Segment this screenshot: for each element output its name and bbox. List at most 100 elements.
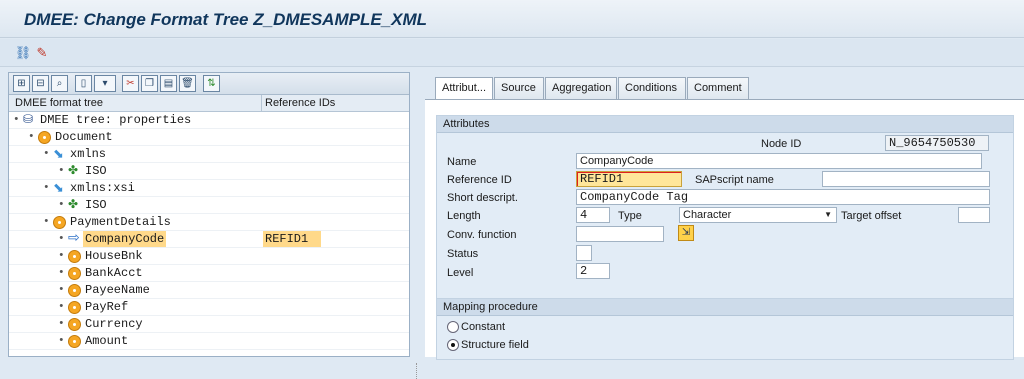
tab-attributes[interactable]: Attribut... (435, 77, 493, 99)
sapscript-name-label: SAPscript name (695, 174, 774, 186)
mapping-group-title: Mapping procedure (437, 299, 1013, 316)
tree-expander[interactable]: • (43, 180, 50, 196)
copy-icon[interactable]: ❐ (141, 75, 158, 92)
type-dropdown[interactable]: Character (679, 207, 837, 223)
tree-node[interactable]: • HouseBnk (9, 248, 409, 265)
structure-field-radio[interactable] (447, 339, 459, 351)
tree-rows: • ⛁ DMEE tree: properties • Document • ⬊ xmlns •… (9, 112, 409, 350)
node-id-field: N_9654750530 (885, 135, 989, 151)
column-format-tree[interactable]: DMEE format tree (15, 97, 103, 109)
element-icon (68, 318, 81, 331)
tree-node[interactable]: • ⬊ xmlns (9, 146, 409, 163)
atom-icon: ✤ (68, 164, 79, 178)
tree-expander[interactable]: • (13, 112, 20, 128)
tree-node[interactable]: • PayRef (9, 299, 409, 316)
tree-node-refid: REFID1 (263, 231, 321, 247)
tree-node-label: DMEE tree: properties (40, 113, 192, 127)
splitter[interactable] (416, 363, 419, 379)
tree-node-label: PayRef (85, 300, 129, 314)
tree-node[interactable]: • ⬊ xmlns:xsi (9, 180, 409, 197)
attributes-group: Attributes Node ID N_9654750530 Name Com… (436, 115, 1014, 311)
short-description-field[interactable]: CompanyCode Tag (576, 189, 990, 205)
find-icon[interactable]: ⌕ (51, 75, 68, 92)
element-icon (68, 301, 81, 314)
tree-node-label: CompanyCode (83, 231, 167, 247)
paste-icon[interactable]: ▤ (160, 75, 177, 92)
sapscript-name-field[interactable] (822, 171, 990, 187)
constant-label: Constant (461, 321, 506, 333)
atom-icon: ✤ (68, 198, 79, 212)
tab-conditions[interactable]: Conditions (618, 77, 686, 99)
tree-expander[interactable]: • (58, 163, 65, 179)
tree-expander[interactable]: • (43, 146, 50, 162)
tree-expander[interactable]: • (58, 316, 65, 332)
expand-all-icon[interactable]: ⊞ (13, 75, 30, 92)
structure-field-label: Structure field (461, 339, 529, 351)
mapping-procedure-group: Mapping procedure Constant Structure fie… (436, 298, 1014, 360)
tree-expander[interactable]: • (58, 265, 65, 281)
tab-aggregation[interactable]: Aggregation (545, 77, 617, 99)
tree-expander[interactable]: • (43, 214, 50, 230)
name-label: Name (447, 156, 477, 168)
tree-expander[interactable]: • (28, 129, 35, 145)
conversion-function-label: Conv. function (447, 229, 517, 241)
reference-id-field[interactable]: REFID1 (576, 171, 682, 187)
length-field[interactable]: 4 (576, 207, 610, 223)
element-icon (68, 284, 81, 297)
target-offset-label: Target offset (841, 210, 902, 222)
length-label: Length (447, 210, 481, 222)
column-reference-ids[interactable]: Reference IDs (265, 97, 335, 109)
type-label: Type (618, 210, 642, 222)
tree-node[interactable]: • ✤ ISO (9, 197, 409, 214)
tree-node-label: xmlns (70, 147, 107, 161)
tree-toolbar: ⊞ ⊟ ⌕ ▯ ▾ ✂ ❐ ▤ 🗑 ⇅ (9, 73, 409, 95)
conversion-function-field[interactable] (576, 226, 664, 242)
status-field[interactable] (576, 245, 592, 261)
tree-node-label: BankAcct (85, 266, 143, 280)
tree-node[interactable]: • BankAcct (9, 265, 409, 282)
hierarchy-icon[interactable]: ⛓ (14, 44, 32, 62)
tree-expander[interactable]: • (58, 282, 65, 298)
pencil-icon[interactable]: ✎ (33, 44, 51, 62)
attribute-icon: ⬊ (53, 147, 64, 162)
delete-icon[interactable]: 🗑 (179, 75, 196, 92)
element-icon (53, 216, 66, 229)
tree-node[interactable]: • PayeeName (9, 282, 409, 299)
tree-expander[interactable]: • (58, 231, 65, 247)
tree-node[interactable]: • Document (9, 129, 409, 146)
tree-node-label: HouseBnk (85, 249, 143, 263)
target-offset-field[interactable] (958, 207, 990, 223)
tree-expander[interactable]: • (58, 197, 65, 213)
short-description-label: Short descript. (447, 192, 518, 204)
new-node-icon[interactable]: ▯ (75, 75, 92, 92)
node-detail-panel: Attribut... Source Aggregation Condition… (425, 72, 1024, 360)
tab-comment[interactable]: Comment (687, 77, 749, 99)
tree-expander[interactable]: • (58, 248, 65, 264)
tree-expander[interactable]: • (58, 299, 65, 315)
new-node-menu-icon[interactable]: ▾ (94, 75, 116, 92)
tree-node[interactable]: • Currency (9, 316, 409, 333)
application-toolbar: ⛓ ✎ (0, 39, 1024, 67)
attributes-icon[interactable]: ⇅ (203, 75, 220, 92)
level-field[interactable]: 2 (576, 263, 610, 279)
tree-node[interactable]: • PaymentDetails (9, 214, 409, 231)
value-help-icon[interactable]: ⇲ (678, 225, 694, 241)
collapse-all-icon[interactable]: ⊟ (32, 75, 49, 92)
tree-node[interactable]: • Amount (9, 333, 409, 350)
tree-node-label: ISO (85, 164, 107, 178)
format-tree-panel: ⊞ ⊟ ⌕ ▯ ▾ ✂ ❐ ▤ 🗑 ⇅ DMEE format tree Ref… (8, 72, 417, 379)
status-label: Status (447, 248, 479, 260)
level-label: Level (447, 267, 474, 279)
tab-source[interactable]: Source (494, 77, 544, 99)
element-icon (38, 131, 51, 144)
name-field[interactable]: CompanyCode (576, 153, 982, 169)
constant-radio[interactable] (447, 321, 459, 333)
tree-expander[interactable]: • (58, 333, 65, 349)
cut-icon[interactable]: ✂ (122, 75, 139, 92)
tree-node[interactable]: • ⇨ CompanyCode REFID1 (9, 231, 409, 248)
tree-node-label: Amount (85, 334, 129, 348)
tree-node[interactable]: • ✤ ISO (9, 163, 409, 180)
tree-node[interactable]: • ⛁ DMEE tree: properties (9, 112, 409, 129)
element-icon (68, 250, 81, 263)
tree-node-label: ISO (85, 198, 107, 212)
